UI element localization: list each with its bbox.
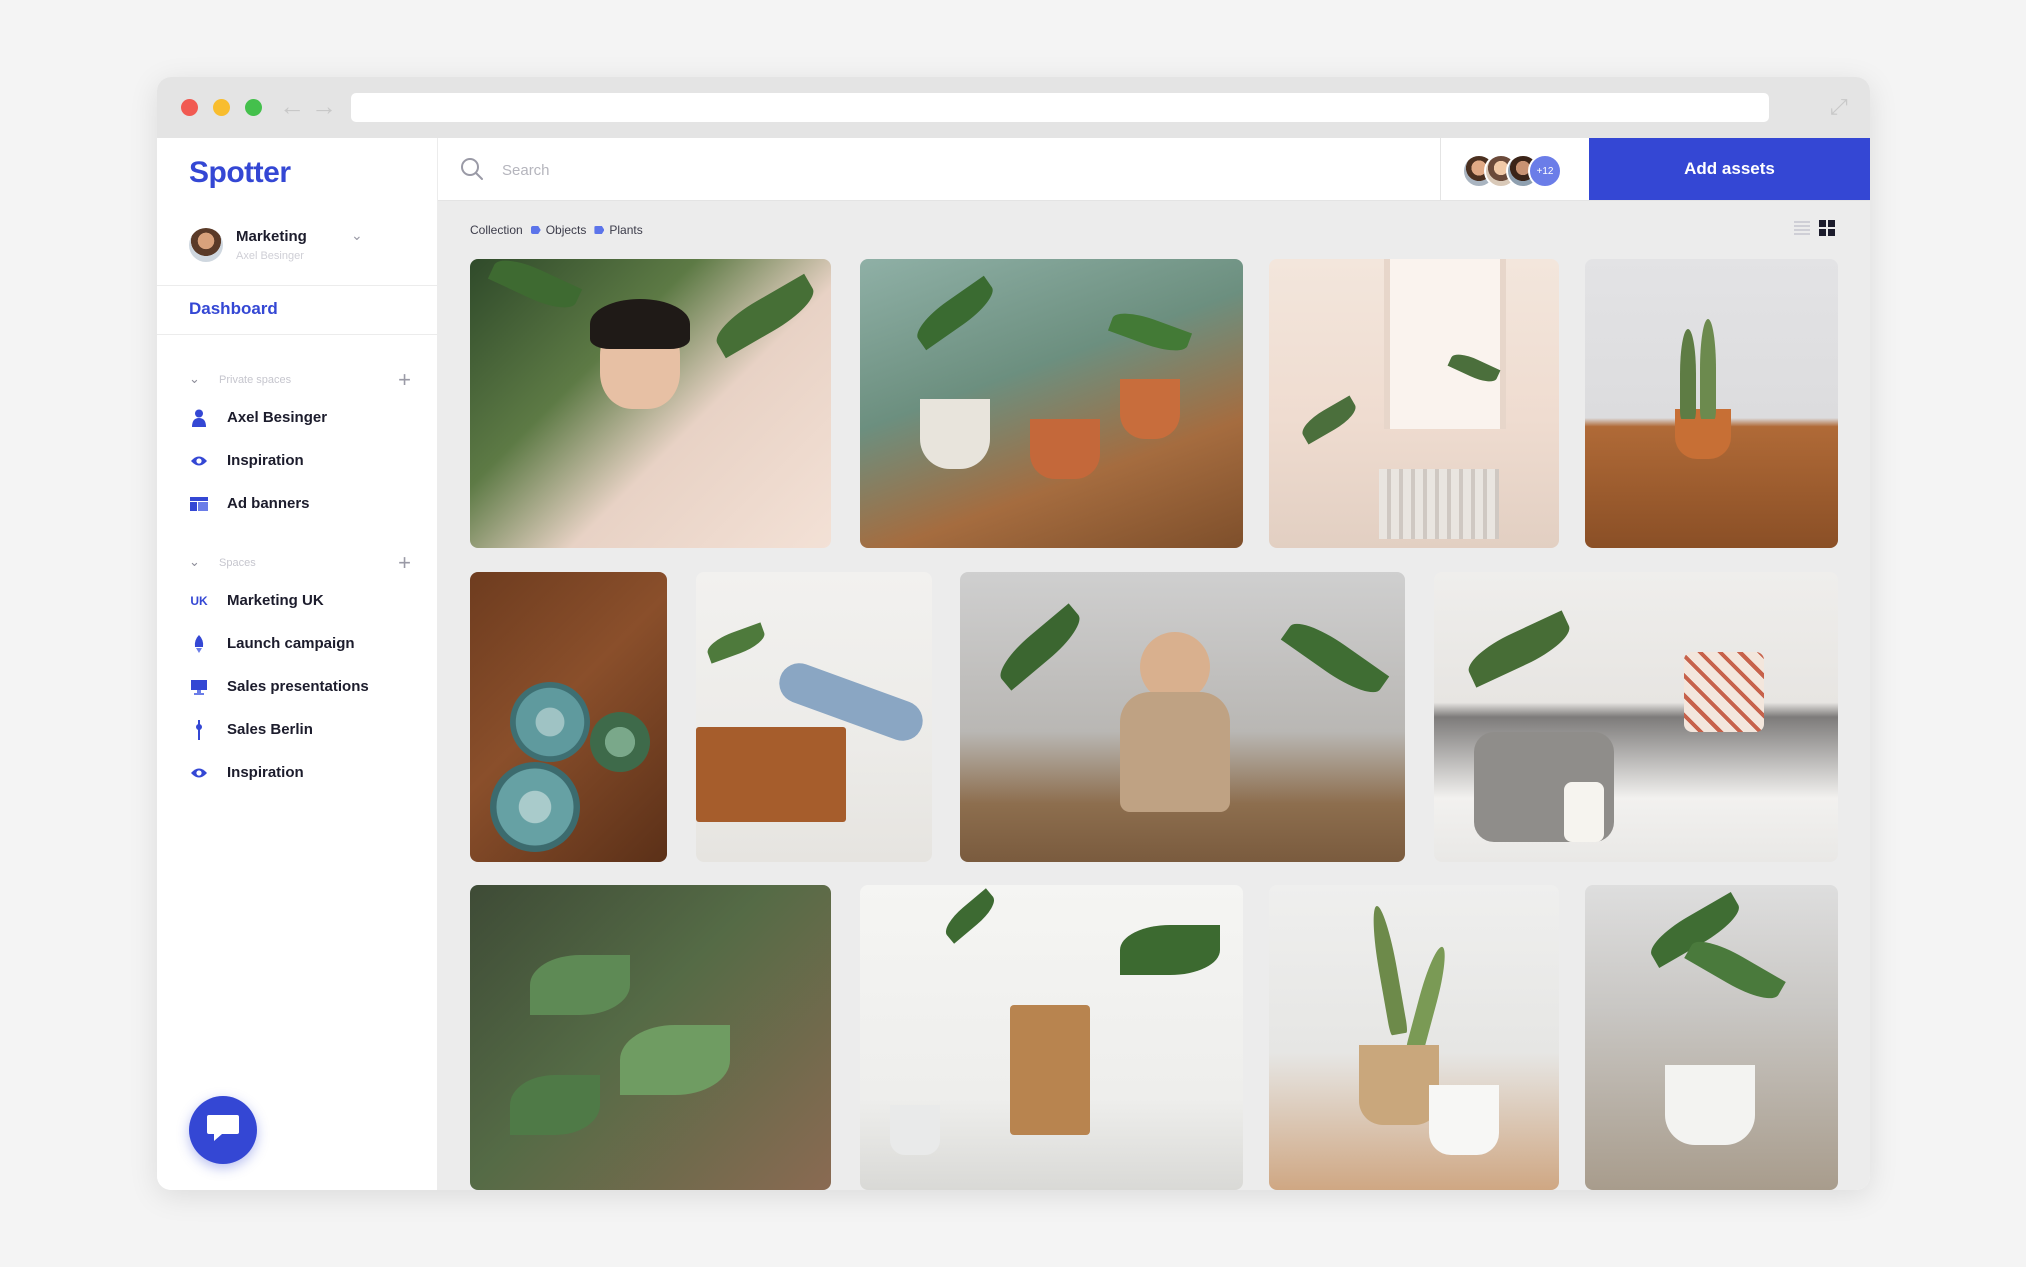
banner-icon bbox=[189, 494, 209, 514]
divider bbox=[157, 334, 437, 335]
spaces-label: Spaces bbox=[219, 557, 256, 569]
sidebar-item-ad-banners[interactable]: Ad banners bbox=[189, 492, 429, 516]
avatar bbox=[189, 228, 223, 262]
address-bar[interactable] bbox=[351, 93, 1769, 122]
main-content: +12 Add assets Collection Objects Plants bbox=[438, 138, 1870, 1190]
breadcrumb-collection[interactable]: Collection bbox=[470, 223, 523, 237]
private-spaces-header: ⌄ Private spaces + bbox=[189, 367, 411, 392]
sidebar-item-label: Marketing UK bbox=[227, 592, 324, 609]
sidebar: Spotter Marketing ⌄ Axel Besinger Dashbo… bbox=[157, 138, 438, 1190]
chevron-down-icon[interactable]: ⌄ bbox=[189, 554, 200, 570]
spaces-header: ⌄ Spaces + bbox=[189, 550, 411, 575]
sidebar-item-sales-berlin[interactable]: Sales Berlin bbox=[189, 718, 429, 742]
back-arrow-icon[interactable]: ← bbox=[279, 91, 305, 121]
tower-icon bbox=[189, 720, 209, 740]
list-view-icon[interactable] bbox=[1794, 220, 1810, 236]
account-subtitle: Axel Besinger bbox=[236, 250, 304, 262]
asset-thumbnail[interactable] bbox=[960, 572, 1405, 862]
sidebar-item-label: Axel Besinger bbox=[227, 409, 328, 426]
browser-chrome: ← → ⤢ bbox=[157, 77, 1870, 138]
sidebar-item-label: Sales presentations bbox=[227, 678, 369, 695]
sidebar-item-label: Launch campaign bbox=[227, 635, 355, 652]
sidebar-item-label: Sales Berlin bbox=[227, 721, 313, 738]
sidebar-item-inspiration[interactable]: Inspiration bbox=[189, 449, 429, 473]
forward-arrow-icon[interactable]: → bbox=[311, 91, 337, 121]
asset-thumbnail[interactable] bbox=[1585, 885, 1838, 1190]
asset-thumbnail[interactable] bbox=[860, 259, 1243, 548]
sidebar-item-sales-presentations[interactable]: Sales presentations bbox=[189, 675, 429, 699]
add-assets-button[interactable]: Add assets bbox=[1589, 138, 1870, 200]
add-space-button[interactable]: + bbox=[398, 550, 411, 576]
account-name: Marketing bbox=[236, 228, 307, 245]
monitor-icon bbox=[189, 677, 209, 697]
asset-thumbnail[interactable] bbox=[1585, 259, 1838, 548]
minimize-window-button[interactable] bbox=[213, 99, 230, 116]
asset-thumbnail[interactable] bbox=[1269, 885, 1559, 1190]
spotter-logo[interactable]: Spotter bbox=[189, 156, 291, 190]
breadcrumb: Collection Objects Plants bbox=[470, 223, 643, 237]
tag-icon bbox=[530, 226, 541, 234]
divider bbox=[1440, 138, 1441, 200]
chat-button[interactable] bbox=[189, 1096, 257, 1164]
sidebar-item-axel-besinger[interactable]: Axel Besinger bbox=[189, 406, 429, 430]
asset-thumbnail[interactable] bbox=[696, 572, 932, 862]
sidebar-item-marketing-uk[interactable]: UK Marketing UK bbox=[189, 589, 429, 613]
asset-thumbnail[interactable] bbox=[1434, 572, 1838, 862]
add-private-space-button[interactable]: + bbox=[398, 367, 411, 393]
search-input[interactable] bbox=[500, 154, 1104, 186]
sidebar-item-inspiration-2[interactable]: Inspiration bbox=[189, 761, 429, 785]
search-icon[interactable] bbox=[460, 157, 484, 181]
breadcrumb-plants[interactable]: Plants bbox=[594, 223, 643, 237]
grid-view-icon[interactable] bbox=[1819, 220, 1835, 236]
asset-thumbnail[interactable] bbox=[860, 885, 1243, 1190]
divider bbox=[157, 285, 437, 286]
eye-icon bbox=[189, 763, 209, 783]
chevron-down-icon[interactable]: ⌄ bbox=[189, 371, 200, 387]
asset-thumbnail[interactable] bbox=[470, 259, 831, 548]
top-bar: +12 Add assets bbox=[438, 138, 1870, 201]
user-icon bbox=[189, 408, 209, 428]
sidebar-item-launch-campaign[interactable]: Launch campaign bbox=[189, 632, 429, 656]
chevron-down-icon[interactable]: ⌄ bbox=[351, 227, 363, 244]
chat-bubble-icon bbox=[206, 1113, 240, 1148]
breadcrumb-label: Objects bbox=[545, 223, 587, 237]
more-collaborators-badge[interactable]: +12 bbox=[1528, 154, 1562, 188]
close-window-button[interactable] bbox=[181, 99, 198, 116]
account-switcher[interactable]: Marketing ⌄ Axel Besinger bbox=[189, 227, 429, 272]
maximize-window-button[interactable] bbox=[245, 99, 262, 116]
expand-icon[interactable]: ⤢ bbox=[1830, 94, 1848, 120]
browser-window: ← → ⤢ Spotter Marketing ⌄ Axel Besinger … bbox=[157, 77, 1870, 1190]
sidebar-item-label: Inspiration bbox=[227, 764, 304, 781]
asset-thumbnail[interactable] bbox=[470, 572, 667, 862]
rocket-icon bbox=[189, 634, 209, 654]
sidebar-item-label: Ad banners bbox=[227, 495, 310, 512]
tag-icon bbox=[594, 226, 605, 234]
breadcrumb-label: Plants bbox=[609, 223, 643, 237]
asset-thumbnail[interactable] bbox=[1269, 259, 1559, 548]
eye-icon bbox=[189, 451, 209, 471]
sidebar-item-label: Inspiration bbox=[227, 452, 304, 469]
nav-dashboard[interactable]: Dashboard bbox=[189, 299, 278, 319]
uk-icon: UK bbox=[190, 594, 208, 608]
private-spaces-label: Private spaces bbox=[219, 374, 292, 386]
asset-thumbnail[interactable] bbox=[470, 885, 831, 1190]
breadcrumb-objects[interactable]: Objects bbox=[530, 223, 587, 237]
